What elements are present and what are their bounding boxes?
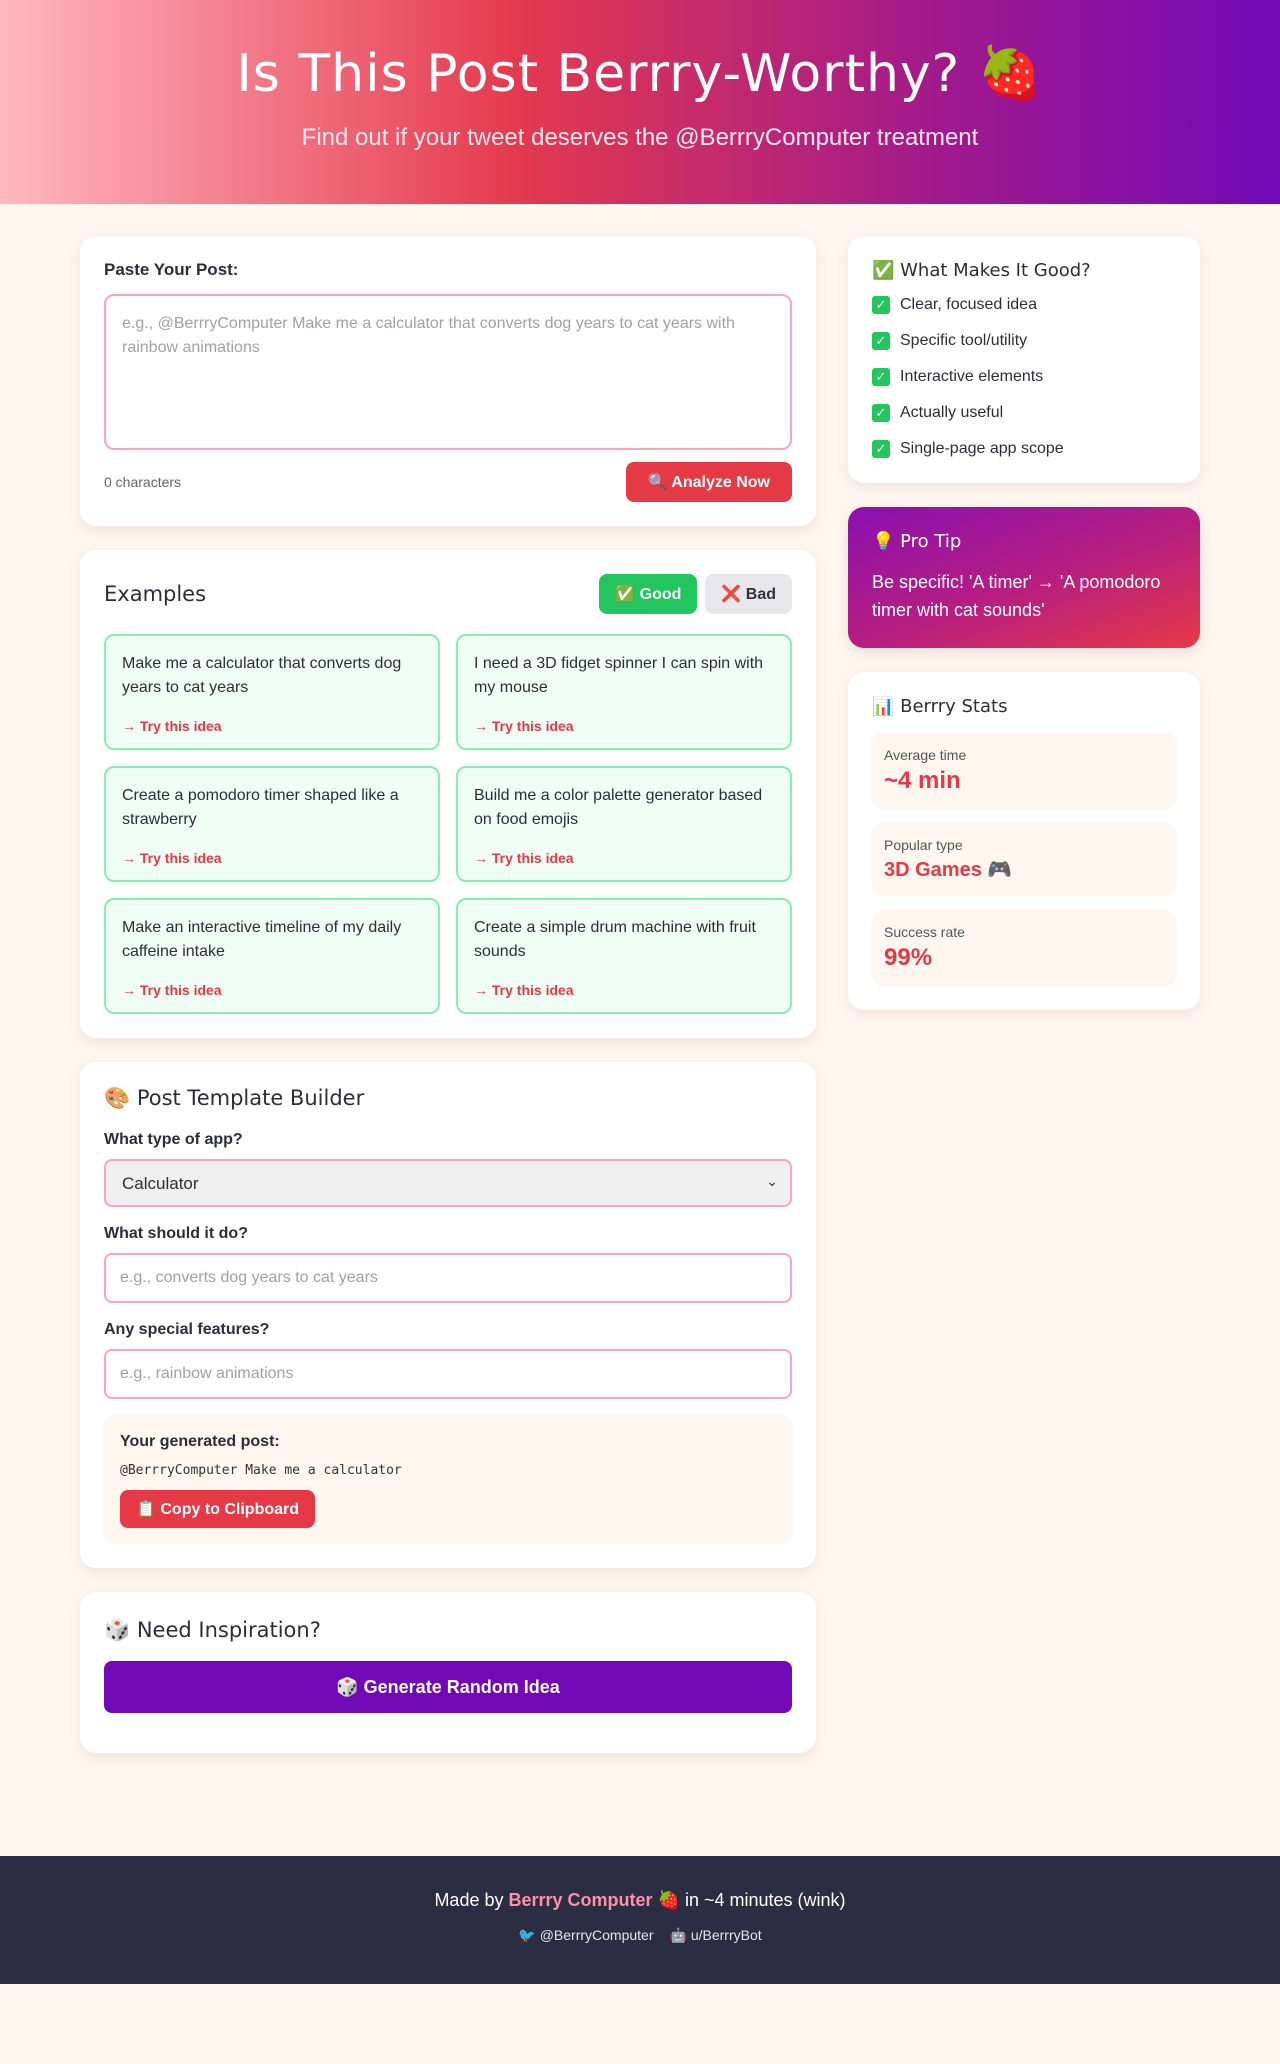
pro-tip-title: 💡 Pro Tip bbox=[872, 531, 962, 552]
twitter-link[interactable]: 🐦 @BerrryComputer bbox=[518, 1927, 653, 1944]
page-subtitle: Find out if your tweet deserves the @Ber… bbox=[301, 124, 979, 151]
reddit-link[interactable]: 🤖 u/BerrryBot bbox=[670, 1927, 762, 1944]
page-footer: Made by Berrry Computer 🍓 in ~4 minutes … bbox=[0, 1856, 1280, 1984]
generated-post-box: Your generated post: @BerrryComputer Mak… bbox=[104, 1415, 792, 1544]
criteria-text: Specific tool/utility bbox=[900, 332, 1028, 349]
examples-card: Examples ✅ Good ❌ Bad Make me a calculat… bbox=[80, 550, 816, 1038]
example-text: Create a simple drum machine with fruit … bbox=[474, 919, 756, 960]
example-card[interactable]: Make me a calculator that converts dog y… bbox=[104, 634, 440, 750]
hero-header: Is This Post Berrry-Worthy? 🍓 Find out i… bbox=[0, 0, 1280, 204]
sidebar-column: ✅ What Makes It Good? ✓ Clear, focused id… bbox=[848, 236, 1200, 1753]
generated-post-text: @BerrryComputer Make me a calculator bbox=[120, 1463, 402, 1478]
pro-tip-text: Be specific! 'A timer' → 'A pomodoro tim… bbox=[872, 572, 1161, 620]
stat-value: ~4 min bbox=[884, 767, 961, 794]
example-card[interactable]: Make an interactive timeline of my daily… bbox=[104, 898, 440, 1014]
stat-popular-type: Popular type 3D Games 🎮 bbox=[872, 823, 1176, 896]
stat-average-time: Average time ~4 min bbox=[872, 733, 1176, 809]
try-idea-link[interactable]: → Try this idea bbox=[474, 850, 774, 866]
what-makes-good-card: ✅ What Makes It Good? ✓ Clear, focused id… bbox=[848, 236, 1200, 483]
good-examples-toggle[interactable]: ✅ Good bbox=[599, 574, 698, 614]
criteria-text: Interactive elements bbox=[900, 368, 1044, 385]
example-card[interactable]: Create a pomodoro timer shaped like a st… bbox=[104, 766, 440, 882]
paste-post-label: Paste Your Post: bbox=[104, 260, 239, 279]
try-idea-link[interactable]: → Try this idea bbox=[122, 850, 422, 866]
checkmark-icon: ✓ bbox=[872, 296, 890, 314]
footer-brand-link[interactable]: Berrry Computer bbox=[509, 1890, 653, 1910]
post-textarea[interactable] bbox=[104, 294, 792, 450]
stat-label: Average time bbox=[884, 747, 967, 763]
footer-credit: Made by Berrry Computer 🍓 in ~4 minutes … bbox=[0, 1890, 1280, 1911]
try-idea-link[interactable]: → Try this idea bbox=[474, 718, 774, 734]
checkmark-icon: ✓ bbox=[872, 332, 890, 350]
list-item: ✓ Specific tool/utility bbox=[872, 331, 1176, 351]
stat-success-rate: Success rate 99% bbox=[872, 910, 1176, 986]
example-card[interactable]: Create a simple drum machine with fruit … bbox=[456, 898, 792, 1014]
example-text: Build me a color palette generator based… bbox=[474, 787, 763, 828]
criteria-text: Single-page app scope bbox=[900, 440, 1064, 457]
inspiration-card: 🎲 Need Inspiration? 🎲 Generate Random Id… bbox=[80, 1592, 816, 1753]
example-text: Make an interactive timeline of my daily… bbox=[122, 919, 402, 960]
special-features-input[interactable] bbox=[104, 1349, 792, 1399]
checkmark-icon: ✓ bbox=[872, 368, 890, 386]
stat-label: Popular type bbox=[884, 837, 963, 853]
stat-value: 99% bbox=[884, 944, 933, 971]
pro-tip-card: 💡 Pro Tip Be specific! 'A timer' → 'A po… bbox=[848, 507, 1200, 648]
what-should-it-do-input[interactable] bbox=[104, 1253, 792, 1303]
example-card[interactable]: Build me a color palette generator based… bbox=[456, 766, 792, 882]
footer-links: 🐦 @BerrryComputer 🤖 u/BerrryBot bbox=[0, 1927, 1280, 1944]
berrry-stats-card: 📊 Berrry Stats Average time ~4 min Popul… bbox=[848, 672, 1200, 1010]
list-item: ✓ Single-page app scope bbox=[872, 439, 1176, 459]
app-type-select[interactable]: Calculator bbox=[104, 1159, 792, 1207]
paste-post-card: Paste Your Post: 0 characters 🔍 Analyze … bbox=[80, 236, 816, 526]
berrry-stats-title: 📊 Berrry Stats bbox=[872, 696, 1008, 717]
paste-footer-row: 0 characters 🔍 Analyze Now bbox=[104, 462, 792, 502]
generated-post-title: Your generated post: bbox=[120, 1433, 280, 1450]
app-type-select-wrap: Calculator ⌄ bbox=[104, 1159, 792, 1207]
inspiration-title: 🎲 Need Inspiration? bbox=[104, 1618, 321, 1642]
stat-label: Success rate bbox=[884, 924, 965, 940]
examples-grid: Make me a calculator that converts dog y… bbox=[104, 634, 792, 1014]
checkmark-icon: ✓ bbox=[872, 440, 890, 458]
footer-made-by: Made by bbox=[434, 1890, 504, 1910]
special-features-label: Any special features? bbox=[104, 1321, 270, 1338]
footer-made-by-suffix: 🍓 in ~4 minutes (wink) bbox=[657, 1890, 846, 1910]
examples-toggle-group: ✅ Good ❌ Bad bbox=[599, 574, 792, 614]
examples-header: Examples ✅ Good ❌ Bad bbox=[104, 574, 792, 614]
analyze-now-button[interactable]: 🔍 Analyze Now bbox=[625, 462, 792, 502]
list-item: ✓ Clear, focused idea bbox=[872, 295, 1176, 315]
example-text: Make me a calculator that converts dog y… bbox=[122, 655, 402, 696]
list-item: ✓ Actually useful bbox=[872, 403, 1176, 423]
criteria-text: Clear, focused idea bbox=[900, 296, 1037, 313]
good-criteria-list: ✓ Clear, focused idea ✓ Specific tool/util… bbox=[872, 295, 1176, 459]
checkmark-icon: ✓ bbox=[872, 404, 890, 422]
stat-value: 3D Games 🎮 bbox=[884, 859, 1013, 881]
copy-to-clipboard-button[interactable]: 📋 Copy to Clipboard bbox=[120, 1490, 316, 1528]
try-idea-link[interactable]: → Try this idea bbox=[474, 982, 774, 998]
content-layout: Paste Your Post: 0 characters 🔍 Analyze … bbox=[80, 236, 1200, 1753]
template-builder-card: 🎨 Post Template Builder What type of app… bbox=[80, 1062, 816, 1568]
examples-title: Examples bbox=[104, 582, 207, 606]
example-card[interactable]: I need a 3D fidget spinner I can spin wi… bbox=[456, 634, 792, 750]
main-column: Paste Your Post: 0 characters 🔍 Analyze … bbox=[80, 236, 816, 1753]
example-text: Create a pomodoro timer shaped like a st… bbox=[122, 787, 399, 828]
example-text: I need a 3D fidget spinner I can spin wi… bbox=[474, 655, 764, 696]
criteria-text: Actually useful bbox=[900, 404, 1004, 421]
app-type-label: What type of app? bbox=[104, 1131, 243, 1148]
generate-random-idea-button[interactable]: 🎲 Generate Random Idea bbox=[104, 1661, 792, 1713]
list-item: ✓ Interactive elements bbox=[872, 367, 1176, 387]
template-builder-title: 🎨 Post Template Builder bbox=[104, 1086, 365, 1110]
what-makes-good-title: ✅ What Makes It Good? bbox=[872, 260, 1091, 281]
try-idea-link[interactable]: → Try this idea bbox=[122, 718, 422, 734]
bad-examples-toggle[interactable]: ❌ Bad bbox=[705, 574, 792, 614]
try-idea-link[interactable]: → Try this idea bbox=[122, 982, 422, 998]
character-count: 0 characters bbox=[104, 474, 182, 490]
page-title: Is This Post Berrry-Worthy? 🍓 bbox=[236, 44, 1044, 104]
what-should-it-do-label: What should it do? bbox=[104, 1225, 248, 1242]
